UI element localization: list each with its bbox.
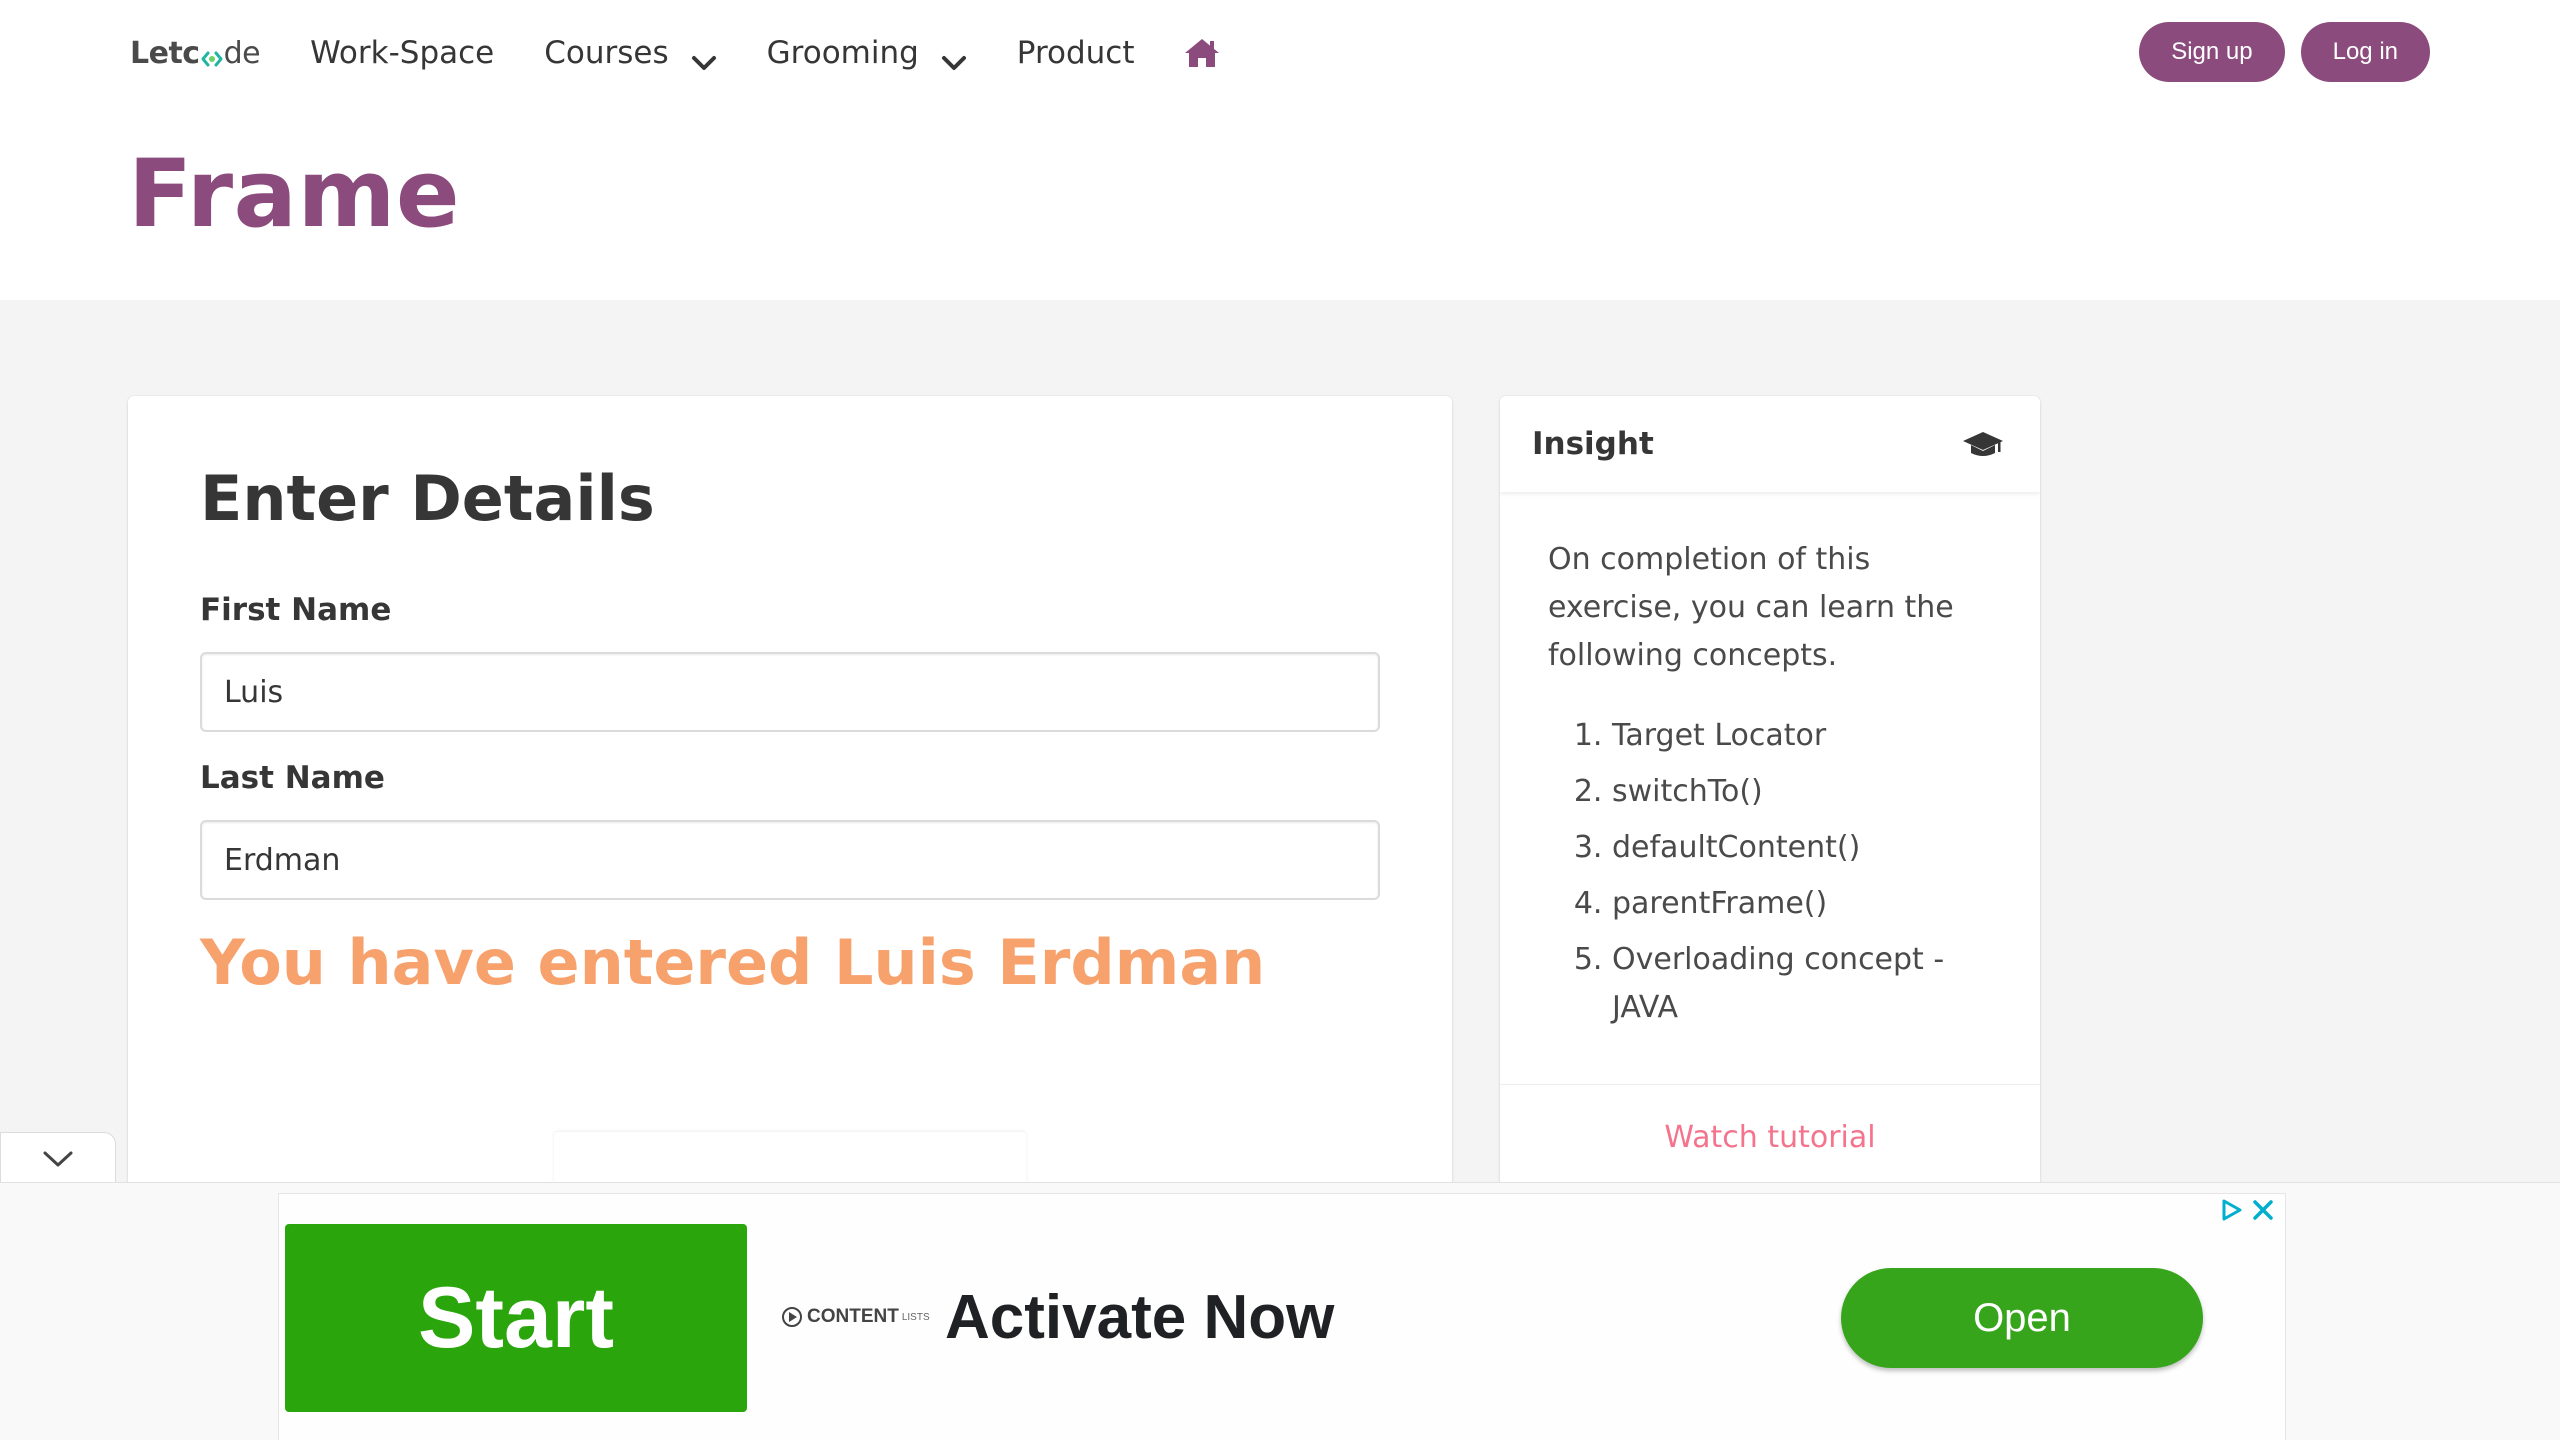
logo-text-part2: de — [223, 35, 261, 71]
ad-brand-suffix: LISTS — [901, 1311, 930, 1323]
insight-intro: On completion of this exercise, you can … — [1548, 542, 1954, 673]
nav-work-space[interactable]: Work-Space — [310, 35, 494, 71]
concept-item: switchTo() — [1612, 768, 1992, 816]
ad-brand-name: CONTENT — [807, 1306, 899, 1327]
concept-item: Overloading concept - JAVA — [1612, 936, 1992, 1032]
chevron-down-icon — [691, 44, 717, 70]
nav-work-space-label: Work-Space — [310, 35, 495, 71]
insight-header: Insight — [1500, 396, 2040, 492]
concept-item: Target Locator — [1612, 712, 1992, 760]
logo-text-part1: Letc — [130, 35, 200, 71]
logo-mark-icon — [201, 43, 223, 67]
ad-brand: CONTENT LISTS — [781, 1306, 930, 1328]
nav-product[interactable]: Product — [1017, 35, 1135, 71]
last-name-input[interactable] — [200, 820, 1380, 900]
form-heading: Enter Details — [200, 462, 655, 535]
signup-button[interactable]: Sign up — [2139, 22, 2285, 82]
close-icon[interactable] — [2251, 1198, 2275, 1222]
nav-courses-dropdown[interactable]: Courses — [544, 35, 716, 71]
nav-grooming-dropdown[interactable]: Grooming — [767, 35, 967, 71]
home-icon[interactable] — [1183, 36, 1221, 70]
top-header: Letc de Work-Space Courses Grooming Prod… — [0, 0, 2560, 300]
ad-unit[interactable]: Start CONTENT LISTS Activate Now Open — [278, 1193, 2286, 1440]
insight-footer: Watch tutorial — [1500, 1084, 2040, 1190]
graduation-cap-icon — [1962, 429, 2004, 459]
first-name-label: First Name — [200, 592, 392, 628]
login-button[interactable]: Log in — [2300, 22, 2430, 82]
frame-form-card: Enter Details First Name Last Name You h… — [128, 396, 1452, 1190]
logo[interactable]: Letc de — [130, 35, 261, 71]
navbar: Letc de Work-Space Courses Grooming Prod… — [130, 20, 2430, 86]
ad-bar: Start CONTENT LISTS Activate Now Open — [0, 1182, 2560, 1440]
ad-open-button[interactable]: Open — [1841, 1268, 2203, 1368]
chevron-down-icon — [941, 44, 967, 70]
ad-collapse-toggle[interactable] — [0, 1132, 116, 1184]
auth-buttons: Sign up Log in — [2139, 22, 2430, 82]
insight-card: Insight On completion of this exercise, … — [1500, 396, 2040, 1190]
insight-content: On completion of this exercise, you can … — [1500, 492, 2040, 1032]
play-icon — [782, 1307, 802, 1327]
page-title: Frame — [128, 140, 461, 249]
ad-choices — [2219, 1198, 2275, 1222]
ad-start-button[interactable]: Start — [285, 1224, 747, 1412]
first-name-input[interactable] — [200, 652, 1380, 732]
nav-grooming-label: Grooming — [766, 35, 919, 71]
last-name-label: Last Name — [200, 760, 385, 796]
result-message: You have entered Luis Erdman — [200, 926, 1266, 999]
chevron-down-icon — [43, 1151, 73, 1166]
ad-headline: Activate Now — [945, 1283, 1335, 1352]
watch-tutorial-link[interactable]: Watch tutorial — [1664, 1120, 1875, 1155]
concept-list: Target Locator switchTo() defaultContent… — [1548, 712, 1992, 1032]
nav-courses-label: Courses — [544, 35, 669, 71]
concept-item: parentFrame() — [1612, 880, 1992, 928]
concept-item: defaultContent() — [1612, 824, 1992, 872]
nav-product-label: Product — [1016, 35, 1135, 71]
insight-title: Insight — [1532, 426, 1654, 462]
adchoices-play-icon[interactable] — [2219, 1198, 2243, 1222]
